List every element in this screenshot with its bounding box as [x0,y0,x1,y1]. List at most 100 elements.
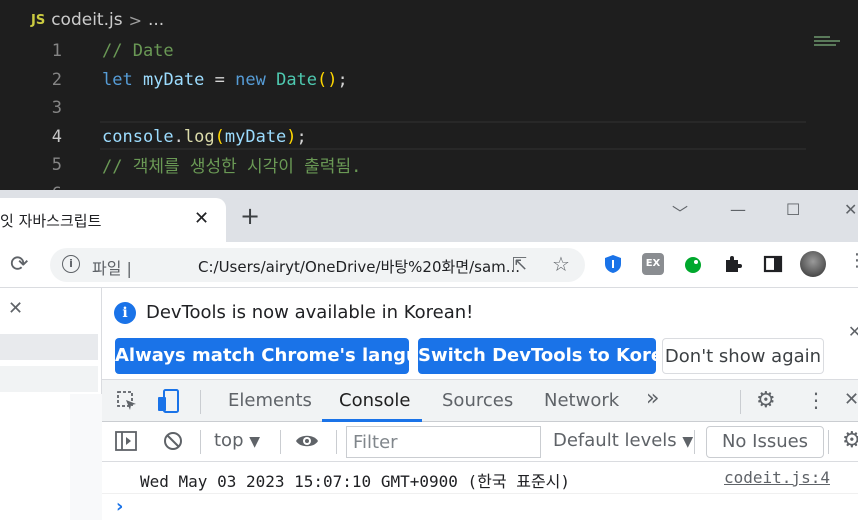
code-line[interactable]: 5 // 객체를 생성한 시각이 출력됨. [0,150,858,179]
url-scheme: 파일 | [92,259,132,278]
bookmark-star-icon[interactable]: ☆ [552,252,570,276]
context-selector[interactable]: top ▼ [214,430,260,451]
tab-search-icon[interactable]: ﹀ [672,200,688,224]
code-token: log [183,126,215,147]
line-number: 1 [51,40,62,61]
console-prompt-icon[interactable]: › [116,496,123,517]
close-icon[interactable]: ✕ [848,322,858,341]
browser-tab[interactable]: 잇 자바스크립트 ✕ [0,198,226,242]
log-levels-value: Default levels [553,430,677,451]
log-source-link[interactable]: codeit.js:4 [724,468,830,487]
gear-icon[interactable]: ⚙ [842,428,858,453]
console-toolbar: top ▼ Filter Default levels ▼ No Issues … [102,422,858,462]
separator [828,430,829,454]
devtools-panel: i DevTools is now available in Korean! ✕… [102,288,858,520]
more-tabs-icon[interactable]: » [646,386,659,411]
tab-console[interactable]: Console [339,390,410,411]
separator [694,430,695,454]
new-tab-button[interactable]: + [240,204,260,228]
tab-title: 잇 자바스크립트 [0,212,102,230]
always-match-language-button[interactable]: Always match Chrome's language [115,338,456,374]
puzzle-icon[interactable] [722,253,744,275]
separator [336,430,337,454]
issues-button[interactable]: No Issues [706,426,824,458]
dont-show-again-button[interactable]: Don't show again [662,338,824,374]
code-token: ; [337,69,348,90]
evernote-icon[interactable] [682,253,704,275]
code-token: . [173,126,184,147]
dropdown-arrow-icon: ▼ [249,434,261,450]
code-token: let [102,69,133,90]
tab-sources[interactable]: Sources [442,390,513,411]
clear-console-icon[interactable] [162,430,184,457]
code-line[interactable]: 2 let myDate = new Date(); [0,65,858,94]
sidebar-toggle-icon[interactable] [114,430,138,457]
code-editor: JS codeit.js > ... 1 // Date 2 let myDate =… [0,0,858,192]
page-bar [0,334,98,360]
log-levels-dropdown[interactable]: Default levels ▼ [553,430,693,451]
code-token: Date [276,69,318,90]
more-vert-icon[interactable]: ⋮ [806,388,826,412]
code-line[interactable]: 1 // Date [0,36,858,65]
line-number: 2 [51,69,62,90]
sidepanel-icon[interactable] [762,253,784,275]
page-content: ✕ [0,288,102,520]
code-line[interactable]: 3 [0,93,858,122]
console-message: Wed May 03 2023 15:07:10 GMT+0900 (한국 표준… [102,462,858,494]
code-token: console [102,126,174,147]
log-text: Wed May 03 2023 15:07:10 GMT+0900 (한국 표준… [140,472,571,491]
filter-input[interactable]: Filter [346,426,541,458]
maximize-button[interactable]: ☐ [786,200,800,219]
shield-icon[interactable] [602,253,624,275]
close-icon[interactable]: ✕ [8,298,23,319]
code-token: // Date [102,40,174,61]
minimize-button[interactable]: — [730,200,746,219]
code-token: myDate [142,69,205,90]
info-icon: i [114,302,136,324]
ex-icon[interactable]: EX [642,253,664,275]
gear-icon[interactable]: ⚙ [756,388,776,413]
code-token: = [204,69,236,90]
code-text[interactable]: // 객체를 생성한 시각이 출력됨. [102,152,361,177]
tab-network[interactable]: Network [544,390,619,411]
page-bar [0,366,98,392]
tab-elements[interactable]: Elements [228,390,312,411]
eye-icon[interactable] [294,430,320,457]
url-text[interactable]: C:/Users/airyt/OneDrive/바탕%20화면/sam... [198,256,548,277]
close-window-button[interactable]: ✕ [844,200,857,219]
devtools-tab-bar: Elements Console Sources Network » ⚙ ⋮ ✕ [102,380,858,422]
code-text[interactable]: console.log(myDate); [102,127,307,147]
inspect-element-icon[interactable] [116,390,138,417]
breadcrumb-file[interactable]: codeit.js [51,10,122,30]
breadcrumb-more[interactable]: ... [148,10,164,30]
close-devtools-icon[interactable]: ✕ [844,389,858,410]
context-value: top [214,430,244,451]
share-icon[interactable]: ⇱ [512,254,527,275]
code-token: () [317,69,338,90]
infobar-message: DevTools is now available in Korean! [146,302,474,323]
separator [200,390,201,414]
address-bar[interactable]: i 파일 | C:/Users/airyt/OneDrive/바탕%20화면/s… [50,248,585,282]
code-token: ( [214,126,225,147]
code-text[interactable]: let myDate = new Date(); [102,70,348,90]
line-number: 3 [51,97,62,118]
separator [280,430,281,454]
code-token: myDate [224,126,287,147]
js-file-icon: JS [31,12,46,28]
language-infobar: i DevTools is now available in Korean! ✕… [102,288,858,380]
switch-to-korean-button[interactable]: Switch DevTools to Korean [418,338,688,374]
info-icon[interactable]: i [62,255,80,273]
close-icon[interactable]: ✕ [194,208,209,229]
dropdown-arrow-icon: ▼ [682,434,694,450]
code-text[interactable]: // Date [102,41,174,61]
reload-icon[interactable]: ⟳ [10,252,28,277]
avatar[interactable] [800,251,826,277]
code-line[interactable]: 4 console.log(myDate); [0,122,858,151]
device-toolbar-icon[interactable] [156,388,182,419]
browser-toolbar: ⟳ i 파일 | C:/Users/airyt/OneDrive/바탕%20화면… [0,242,858,288]
code-token: ) [286,126,297,147]
chevron-right-icon: > [128,10,142,30]
more-vert-icon[interactable]: ⋮ [848,250,858,271]
